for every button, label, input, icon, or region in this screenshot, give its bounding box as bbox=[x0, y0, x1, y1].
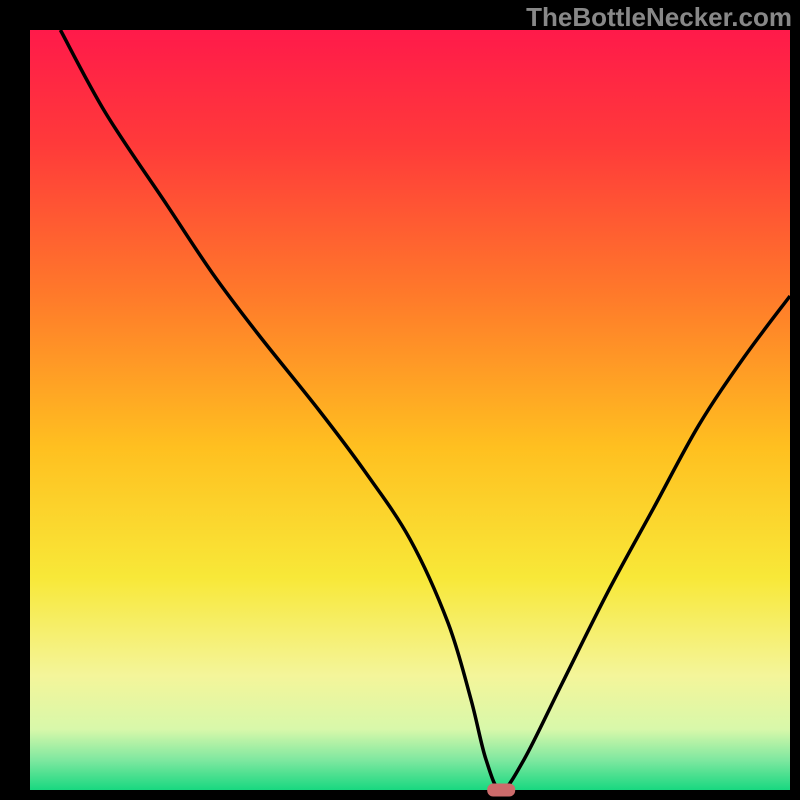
gradient-background bbox=[30, 30, 790, 790]
watermark-text: TheBottleNecker.com bbox=[526, 2, 792, 33]
chart-container: { "watermark": "TheBottleNecker.com", "c… bbox=[0, 0, 800, 800]
optimal-marker bbox=[487, 784, 515, 797]
bottleneck-chart bbox=[0, 0, 800, 800]
